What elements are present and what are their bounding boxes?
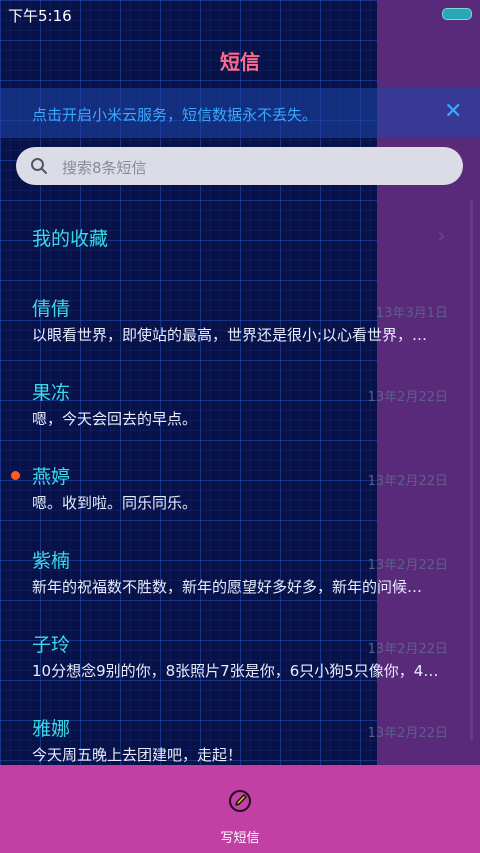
message-preview: 嗯。收到啦。同乐同乐。: [32, 494, 198, 512]
contact-name: 倩倩: [32, 298, 71, 320]
contact-name: 雅娜: [32, 718, 71, 740]
message-date: 13年2月22日: [367, 642, 448, 657]
unread-dot-icon: [11, 471, 20, 480]
list-item[interactable]: 紫楠 13年2月22日 新年的祝福数不胜数，新年的愿望好多好多，新年的问候…: [0, 542, 460, 626]
contact-name: 燕婷: [32, 466, 71, 488]
status-bar: 下午5:16: [0, 0, 480, 28]
close-icon[interactable]: ✕: [444, 99, 462, 124]
battery-icon: [442, 8, 472, 20]
message-preview: 10分想念9别的你，8张照片7张是你，6只小狗5只像你，4…: [32, 662, 439, 680]
search-icon: [31, 158, 47, 174]
contact-name: 果冻: [32, 382, 71, 404]
message-date: 13年2月22日: [367, 558, 448, 573]
compose-icon: [229, 790, 251, 812]
message-date: 13年2月22日: [367, 726, 448, 741]
list-item[interactable]: 倩倩 13年3月1日 以眼看世界，即使站的最高，世界还是很小;以心看世界，…: [0, 290, 460, 374]
search-placeholder: 搜索8条短信: [62, 159, 147, 177]
contact-name: 紫楠: [32, 550, 71, 572]
banner-text: 点击开启小米云服务，短信数据永不丢失。: [32, 106, 318, 124]
scrollbar[interactable]: [470, 200, 473, 740]
contact-name: 子玲: [32, 634, 71, 656]
chevron-right-icon: ›: [437, 224, 446, 249]
message-preview: 今天周五晚上去团建吧，走起！: [32, 746, 243, 764]
list-item[interactable]: 子玲 13年2月22日 10分想念9别的你，8张照片7张是你，6只小狗5只像你，…: [0, 626, 460, 710]
compose-button[interactable]: 写短信: [0, 765, 480, 853]
page-title: 短信: [220, 50, 260, 74]
cloud-service-banner[interactable]: 点击开启小米云服务，短信数据永不丢失。 ✕: [0, 88, 480, 138]
message-preview: 以眼看世界，即使站的最高，世界还是很小;以心看世界，…: [32, 326, 428, 344]
message-date: 13年2月22日: [367, 474, 448, 489]
message-date: 13年3月1日: [375, 306, 448, 321]
favorites-label: 我的收藏: [32, 228, 109, 250]
list-item[interactable]: 燕婷 13年2月22日 嗯。收到啦。同乐同乐。: [0, 458, 460, 542]
favorites-item[interactable]: 我的收藏 ›: [0, 210, 460, 262]
message-preview: 新年的祝福数不胜数，新年的愿望好多好多，新年的问候…: [32, 578, 423, 596]
compose-label: 写短信: [220, 831, 260, 846]
message-preview: 嗯，今天会回去的早点。: [32, 410, 198, 428]
status-time: 下午5:16: [8, 7, 72, 25]
message-date: 13年2月22日: [367, 390, 448, 405]
search-input[interactable]: 搜索8条短信: [16, 147, 463, 185]
list-item[interactable]: 果冻 13年2月22日 嗯，今天会回去的早点。: [0, 374, 460, 458]
